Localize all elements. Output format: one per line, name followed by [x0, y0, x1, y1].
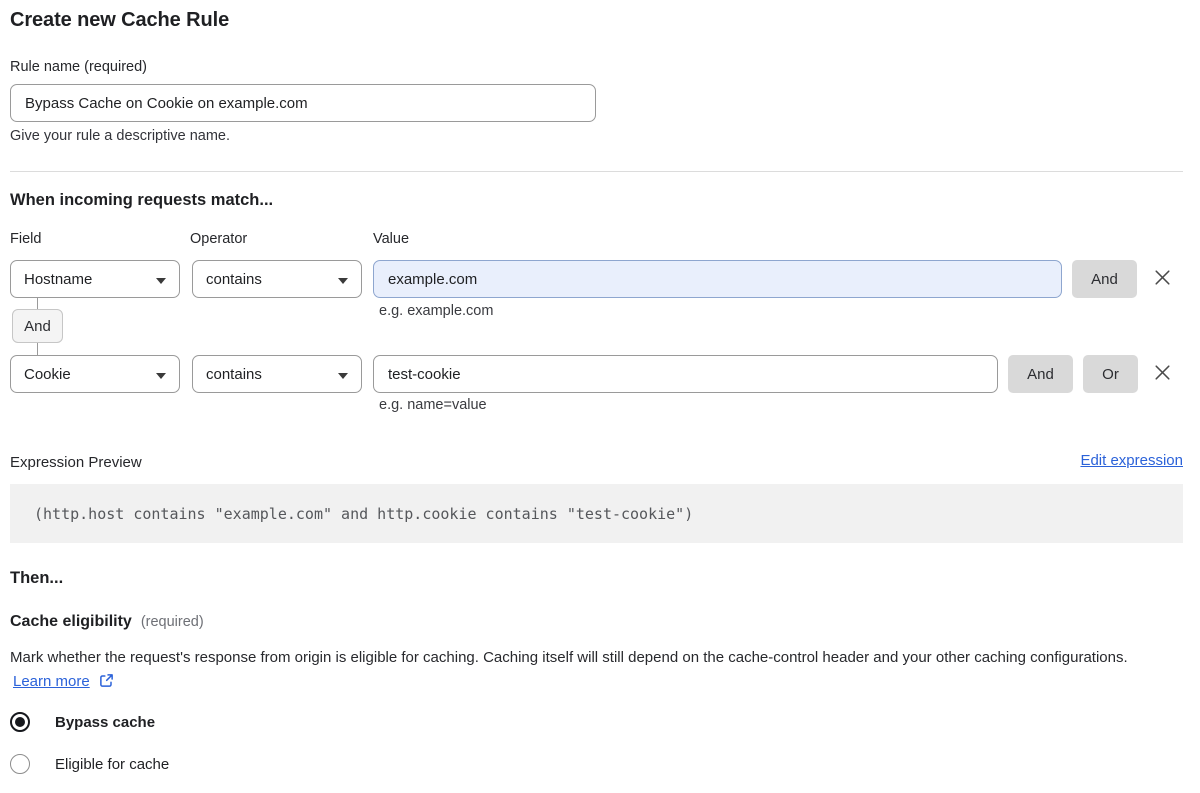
value-input-row2[interactable]: [373, 355, 998, 393]
edit-expression-link[interactable]: Edit expression: [1080, 452, 1183, 469]
expression-code-block: (http.host contains "example.com" and ht…: [10, 484, 1183, 543]
connector-and-button[interactable]: And: [12, 309, 63, 343]
section-divider: [10, 171, 1183, 172]
match-heading: When incoming requests match...: [10, 191, 274, 209]
operator-select-row2[interactable]: contains: [192, 355, 362, 393]
operator-select-row1-value: contains: [206, 270, 262, 288]
operator-column-label: Operator: [190, 231, 248, 247]
operator-select-row1[interactable]: contains: [192, 260, 362, 298]
or-button-row2[interactable]: Or: [1083, 355, 1138, 393]
radio-option-bypass-cache[interactable]: Bypass cache: [10, 712, 155, 732]
and-button-row2[interactable]: And: [1008, 355, 1073, 393]
remove-condition-button-row1[interactable]: [1148, 265, 1176, 293]
and-button-row1[interactable]: And: [1072, 260, 1137, 298]
then-heading: Then...: [10, 569, 64, 587]
radio-option-label: Bypass cache: [55, 713, 156, 731]
expression-code: (http.host contains "example.com" and ht…: [34, 504, 694, 523]
operator-select-row2-value: contains: [206, 365, 262, 383]
remove-condition-button-row2[interactable]: [1148, 360, 1176, 388]
chevron-down-icon: [338, 366, 348, 383]
value-hint-row2: e.g. name=value: [379, 397, 487, 413]
field-select-row2-value: Cookie: [24, 365, 71, 383]
page-title: Create new Cache Rule: [10, 9, 230, 31]
required-badge: (required): [140, 614, 204, 630]
chevron-down-icon: [338, 271, 348, 288]
radio-unselected-icon: [10, 754, 30, 774]
cache-eligibility-heading: Cache eligibility: [10, 613, 132, 630]
field-select-row1-value: Hostname: [24, 270, 93, 288]
chevron-down-icon: [156, 271, 166, 288]
close-icon: [1152, 267, 1173, 291]
rule-name-input[interactable]: [10, 84, 596, 122]
external-link-icon: [99, 672, 114, 696]
field-column-label: Field: [10, 231, 42, 247]
close-icon: [1152, 362, 1173, 386]
rule-name-helper: Give your rule a descriptive name.: [10, 128, 231, 144]
eligibility-description-text: Mark whether the request's response from…: [10, 649, 1128, 666]
rule-name-label: Rule name (required): [10, 59, 148, 75]
radio-option-eligible-for-cache[interactable]: Eligible for cache: [10, 754, 169, 774]
radio-option-label: Eligible for cache: [55, 755, 170, 773]
expression-preview-label: Expression Preview: [10, 454, 142, 471]
cache-eligibility-heading-row: Cache eligibility (required): [10, 613, 204, 631]
chevron-down-icon: [156, 366, 166, 383]
value-column-label: Value: [373, 231, 410, 247]
radio-selected-icon: [10, 712, 30, 732]
eligibility-description: Mark whether the request's response from…: [10, 646, 1158, 696]
value-hint-row1: e.g. example.com: [379, 303, 494, 319]
field-select-row1[interactable]: Hostname: [10, 260, 180, 298]
create-cache-rule-page: Create new Cache Rule Rule name (require…: [0, 0, 1200, 793]
field-select-row2[interactable]: Cookie: [10, 355, 180, 393]
value-input-row1[interactable]: [373, 260, 1062, 298]
learn-more-link[interactable]: Learn more: [13, 673, 90, 690]
